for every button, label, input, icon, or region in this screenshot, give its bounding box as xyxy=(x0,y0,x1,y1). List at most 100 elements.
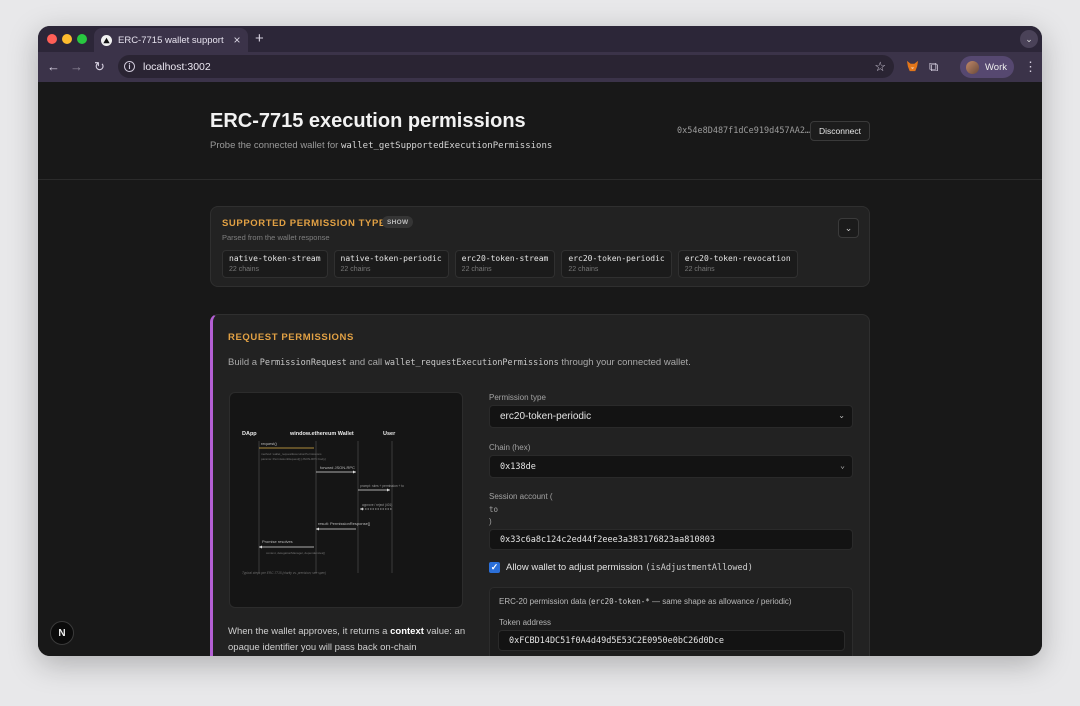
browser-toolbar: ← → ↻ i localhost:3002 ☆ ⧉ Work ⋮ xyxy=(38,52,1042,82)
address-bar[interactable]: i localhost:3002 ☆ xyxy=(118,55,894,78)
page-title: ERC-7715 execution permissions xyxy=(210,110,526,132)
session-label-close: ) xyxy=(489,517,492,526)
request-description: Build a PermissionRequest and call walle… xyxy=(228,357,691,368)
chip-name: erc20-token-stream xyxy=(461,254,549,263)
collapse-chevron-icon[interactable]: ⌄ xyxy=(838,218,859,238)
chip-chains: 22 chains xyxy=(229,266,259,273)
disconnect-button[interactable]: Disconnect xyxy=(810,121,870,141)
chip-name: erc20-token-periodic xyxy=(568,254,665,263)
when-text-1: When the wallet approves, it returns a xyxy=(228,626,388,637)
erc20-title-code: erc20-token-* xyxy=(591,597,650,606)
note-request-1: method: wallet_requestExecutionPermissio… xyxy=(261,452,322,456)
request-heading: REQUEST PERMISSIONS xyxy=(228,332,354,343)
sequence-diagram: DApp window.ethereum Wallet User request… xyxy=(229,392,463,608)
arrowhead xyxy=(387,488,390,492)
permission-type-chip: erc20-token-periodic 22 chains xyxy=(561,250,672,278)
adjust-code: (isAdjustmentAllowed) xyxy=(645,562,753,573)
reload-icon[interactable]: ↻ xyxy=(94,59,105,75)
tab-title: ERC-7715 wallet support xyxy=(118,34,224,46)
note-resolves: context, delegationManager, dependencies… xyxy=(266,551,325,555)
adjust-permission-checkbox[interactable]: ✓ xyxy=(489,562,500,573)
session-account-label: Session account ( to ) xyxy=(489,491,553,527)
msg-prompt: prompt: rules + permission + to xyxy=(360,484,404,488)
subtitle-method: wallet_getSupportedExecutionPermissions xyxy=(340,141,553,151)
nextjs-dev-indicator[interactable]: N xyxy=(50,621,74,645)
browser-tab[interactable]: ERC-7715 wallet support × xyxy=(94,28,248,52)
header-divider xyxy=(38,179,1042,180)
msg-forward: forward JSON-RPC xyxy=(320,465,355,470)
erc20-title: ERC-20 permission data (erc20-token-* — … xyxy=(499,597,792,606)
forward-arrow-icon[interactable]: → xyxy=(70,59,83,75)
permission-type-chip: erc20-token-stream 22 chains xyxy=(454,250,556,278)
chip-name: native-token-periodic xyxy=(340,254,442,263)
minimize-window-button[interactable] xyxy=(62,34,72,44)
metamask-extension-icon[interactable] xyxy=(906,60,919,72)
diagram-caption: Typical steps per ERC-7715 (clarity vs. … xyxy=(242,571,326,575)
chevron-down-icon: ⌄ xyxy=(838,411,845,420)
show-badge[interactable]: SHOW xyxy=(382,216,414,228)
token-address-label: Token address xyxy=(499,618,552,627)
session-label-code: to xyxy=(489,505,499,514)
when-bold: context xyxy=(390,626,424,637)
browser-menu-icon[interactable]: ⋮ xyxy=(1024,59,1037,75)
chip-name: native-token-stream xyxy=(229,254,321,263)
actor-wallet: window.ethereum Wallet xyxy=(289,431,354,437)
chip-chains: 22 chains xyxy=(568,266,599,273)
page-subtitle: Probe the connected wallet for wallet_ge… xyxy=(210,140,552,151)
bookmark-star-icon[interactable]: ☆ xyxy=(874,59,886,75)
tab-search-chevron-icon[interactable]: ⌄ xyxy=(1020,30,1038,48)
back-arrow-icon[interactable]: ← xyxy=(47,59,60,75)
desc-code: wallet_requestExecutionPermissions xyxy=(384,358,559,368)
context-explanation: When the wallet approves, it returns a c… xyxy=(228,624,468,656)
profile-button[interactable]: Work xyxy=(960,56,1014,78)
session-account-input[interactable]: 0x33c6a8c124c2ed44f2eee3a383176823aa8108… xyxy=(489,529,853,550)
actor-dapp: DApp xyxy=(242,431,257,437)
adjust-permission-row: ✓ Allow wallet to adjust permission (isA… xyxy=(489,562,753,573)
triangle-favicon-icon xyxy=(101,34,112,46)
chip-chains: 22 chains xyxy=(461,266,492,273)
desc-text: Build a xyxy=(228,357,258,368)
msg-request: request() xyxy=(261,441,278,446)
permission-type-chip: erc20-token-revocation 22 chains xyxy=(677,250,798,278)
chain-label: Chain (hex) xyxy=(489,443,531,452)
actor-user: User xyxy=(383,431,396,437)
chain-value: 0x138de xyxy=(500,461,536,472)
arrowhead xyxy=(259,545,262,549)
chip-name: erc20-token-revocation xyxy=(684,254,791,263)
wallet-address: 0x54e8D487f1dCe919d457AA2… xyxy=(677,126,811,136)
session-label-text: Session account ( xyxy=(489,492,553,501)
msg-result: result: PermissionResponse[] xyxy=(318,521,370,526)
supported-note: Parsed from the wallet response xyxy=(222,233,330,242)
desc-code: PermissionRequest xyxy=(259,358,347,368)
permission-type-list: native-token-stream 22 chains native-tok… xyxy=(222,250,798,278)
permission-type-chip: native-token-periodic 22 chains xyxy=(333,250,449,278)
page-content: ERC-7715 execution permissions Probe the… xyxy=(38,82,1042,656)
permission-type-select[interactable]: erc20-token-periodic ⌄ xyxy=(489,405,853,428)
chain-select[interactable]: 0x138de ⌄ xyxy=(489,455,853,478)
new-tab-button[interactable]: + xyxy=(255,30,264,48)
erc20-title-2: — same shape as allowance / periodic) xyxy=(649,597,792,606)
close-window-button[interactable] xyxy=(47,34,57,44)
token-address-input[interactable]: 0xFCBD14DC51f0A4d49d5E53C2E0950e0bC26d0D… xyxy=(498,630,845,651)
erc20-title-1: ERC-20 permission data ( xyxy=(499,597,592,606)
extensions-puzzle-icon[interactable]: ⧉ xyxy=(929,59,938,75)
note-request-2: params: PermissionRequest[] (JSON-RPC bo… xyxy=(261,457,326,461)
desc-text: through your connected wallet. xyxy=(561,357,691,368)
maximize-window-button[interactable] xyxy=(77,34,87,44)
url-text[interactable]: localhost:3002 xyxy=(143,61,874,73)
close-tab-icon[interactable]: × xyxy=(229,33,245,47)
profile-label: Work xyxy=(985,61,1007,73)
permission-type-value: erc20-token-periodic xyxy=(500,411,592,422)
site-info-icon[interactable]: i xyxy=(124,61,135,72)
browser-window: ERC-7715 wallet support × + ⌄ ← → ↻ i lo… xyxy=(38,26,1042,656)
permission-type-chip: native-token-stream 22 chains xyxy=(222,250,328,278)
chevron-down-icon: ⌄ xyxy=(840,461,845,470)
msg-approve: approve / reject (401) xyxy=(362,503,392,507)
chip-chains: 22 chains xyxy=(340,266,371,273)
desc-text: and call xyxy=(349,357,383,368)
msg-resolves: Promise resolves xyxy=(262,539,293,544)
arrowhead xyxy=(316,527,319,531)
permission-type-label: Permission type xyxy=(489,393,546,402)
tab-strip: ERC-7715 wallet support × + ⌄ xyxy=(38,26,1042,52)
arrowhead xyxy=(360,507,363,511)
